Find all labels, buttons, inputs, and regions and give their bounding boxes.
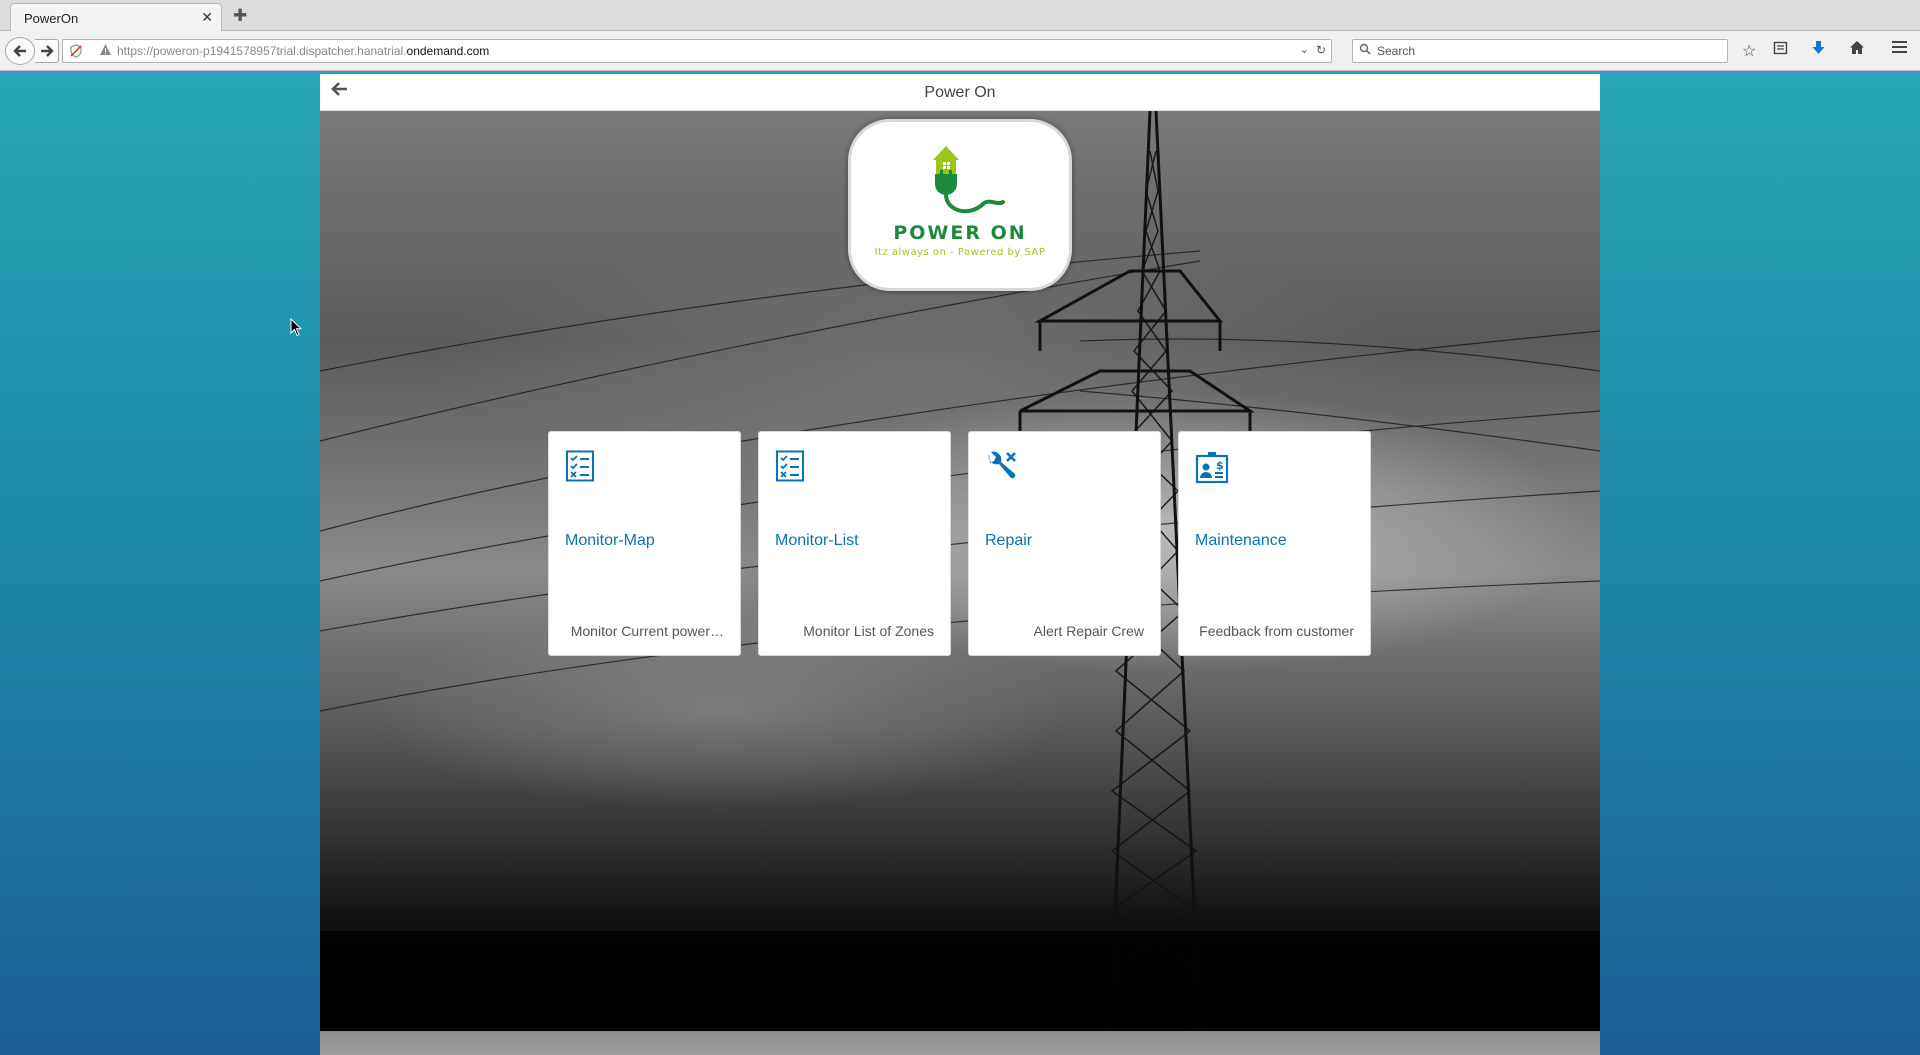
mouse-cursor-icon [290,318,302,337]
app-logo: POWER ON Itz always on - Powered by SAP [848,119,1072,291]
tile-monitor-list[interactable]: Monitor-List Monitor List of Zones [758,431,951,656]
tile-info: Feedback from customer [1199,623,1354,639]
customer-card-icon: $ [1195,452,1229,484]
task-list-icon [776,450,804,482]
wrench-tools-icon [988,451,1016,479]
tile-title: Monitor-Map [565,532,655,549]
task-list-icon [566,450,594,482]
browser-nav-bar: https://poweron-p1941578957trial.dispatc… [0,31,1920,71]
browser-tab-bar: PowerOn ✕ ✚ [0,0,1920,32]
download-icon[interactable] [1811,40,1826,61]
new-tab-icon[interactable]: ✚ [233,6,247,26]
app-header: Power On [320,74,1600,111]
browser-tab[interactable]: PowerOn ✕ [10,3,222,32]
warning-triangle-icon[interactable] [99,43,112,56]
url-bar[interactable]: https://poweron-p1941578957trial.dispatc… [62,39,1332,63]
home-icon[interactable] [1849,40,1865,60]
url-domain: ondemand.com [406,44,490,58]
hamburger-menu-icon[interactable] [1892,40,1907,59]
tile-title: Maintenance [1195,532,1287,549]
reading-list-icon[interactable] [1773,40,1788,60]
tile-repair[interactable]: Repair Alert Repair Crew [968,431,1161,656]
close-tab-icon[interactable]: ✕ [201,9,213,26]
arrow-left-icon [13,45,26,57]
search-icon [1359,43,1371,55]
house-plug-logo-icon [933,146,1005,214]
tile-info: Monitor List of Zones [803,623,934,639]
logo-subtitle: Itz always on - Powered by SAP [874,247,1046,258]
tile-title: Repair [985,532,1033,549]
browser-forward-button[interactable] [35,39,59,63]
footer-strip [320,1031,1600,1055]
search-input[interactable] [1377,42,1717,60]
tile-info: Alert Repair Crew [1033,623,1144,639]
page-title: Power On [924,84,996,101]
tile-maintenance[interactable]: $ Maintenance Feedback from customer [1178,431,1371,656]
logo-title: POWER ON [893,222,1027,244]
search-bar[interactable] [1352,39,1728,63]
svg-text:$: $ [1216,459,1224,472]
app-shell: Power On POWER ON Itz always on - Powere… [320,74,1600,1055]
tile-info: Monitor Current power… [570,623,724,639]
tile-monitor-map[interactable]: Monitor-Map Monitor Current power… [548,431,741,656]
url-prefix: https://poweron-p1941578957trial.dispatc… [117,44,407,58]
reload-icon[interactable]: ↻ [1316,43,1326,57]
chevron-down-icon[interactable]: ⌄ [1300,43,1309,56]
tile-title: Monitor-List [775,532,859,549]
browser-tab-title: PowerOn [24,11,79,26]
arrow-right-icon [40,45,54,57]
url-text[interactable]: https://poweron-p1941578957trial.dispatc… [117,44,489,58]
tracking-shield-icon[interactable] [69,44,83,58]
bookmark-star-icon[interactable]: ☆ [1742,41,1756,61]
browser-back-button[interactable] [5,37,35,65]
